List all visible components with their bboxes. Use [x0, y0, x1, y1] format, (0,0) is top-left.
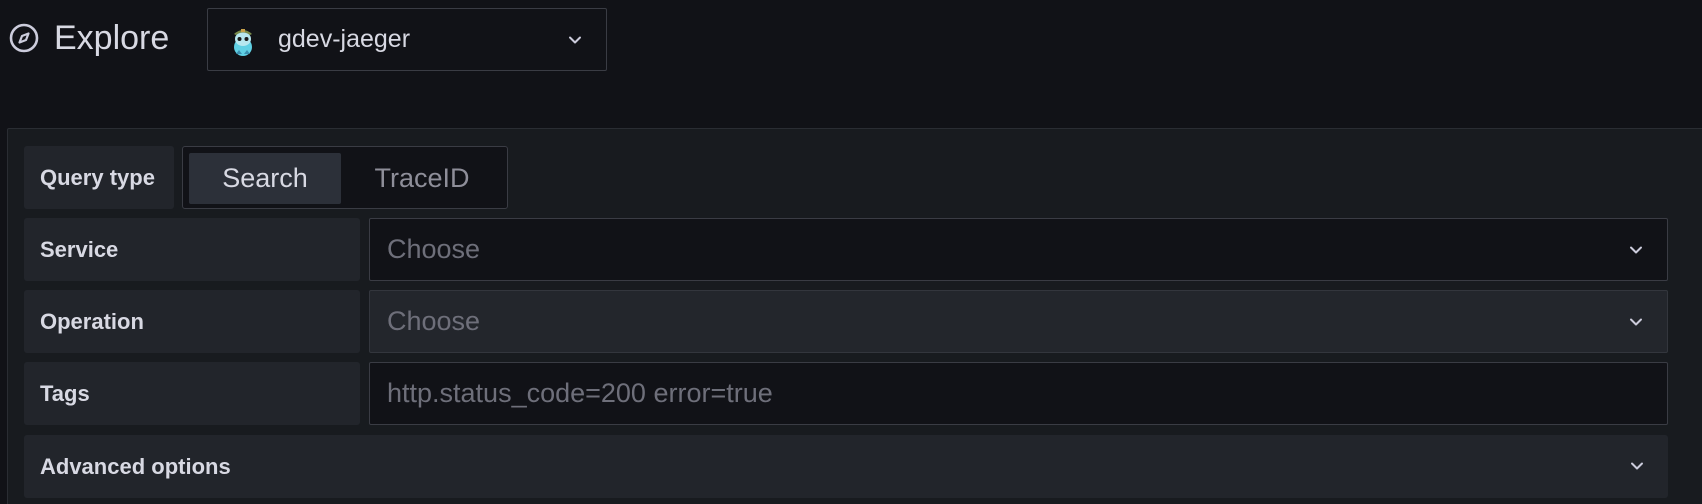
advanced-options-label: Advanced options — [40, 454, 231, 479]
operation-select[interactable]: Choose — [369, 290, 1668, 353]
chevron-down-icon — [1630, 246, 1642, 254]
service-select[interactable]: Choose — [369, 218, 1668, 281]
datasource-picker[interactable]: gdev-jaeger — [207, 8, 607, 71]
jaeger-logo-icon — [234, 29, 252, 56]
query-type-label: Query type — [24, 146, 174, 209]
operation-placeholder: Choose — [387, 306, 481, 336]
chevron-down-icon — [569, 36, 581, 44]
service-label: Service — [24, 218, 360, 281]
advanced-options-toggle[interactable]: Advanced options — [24, 435, 1668, 498]
tags-input[interactable]: http.status_code=200 error=true — [369, 362, 1668, 425]
service-placeholder: Choose — [387, 234, 481, 264]
chevron-down-icon — [1630, 318, 1642, 326]
compass-icon — [9, 23, 39, 53]
query-type-search-option[interactable]: Search — [189, 153, 341, 204]
tags-placeholder: http.status_code=200 error=true — [387, 378, 773, 408]
page-title: Explore — [54, 19, 170, 57]
chevron-down-icon — [1631, 462, 1643, 470]
query-type-switch: Search TraceID — [182, 146, 508, 209]
query-type-traceid-option[interactable]: TraceID — [341, 153, 503, 204]
explore-toolbar: Explore gdev-jaeger — [0, 0, 1702, 120]
datasource-name: gdev-jaeger — [278, 25, 411, 53]
tags-label: Tags — [24, 362, 360, 425]
operation-label: Operation — [24, 290, 360, 353]
